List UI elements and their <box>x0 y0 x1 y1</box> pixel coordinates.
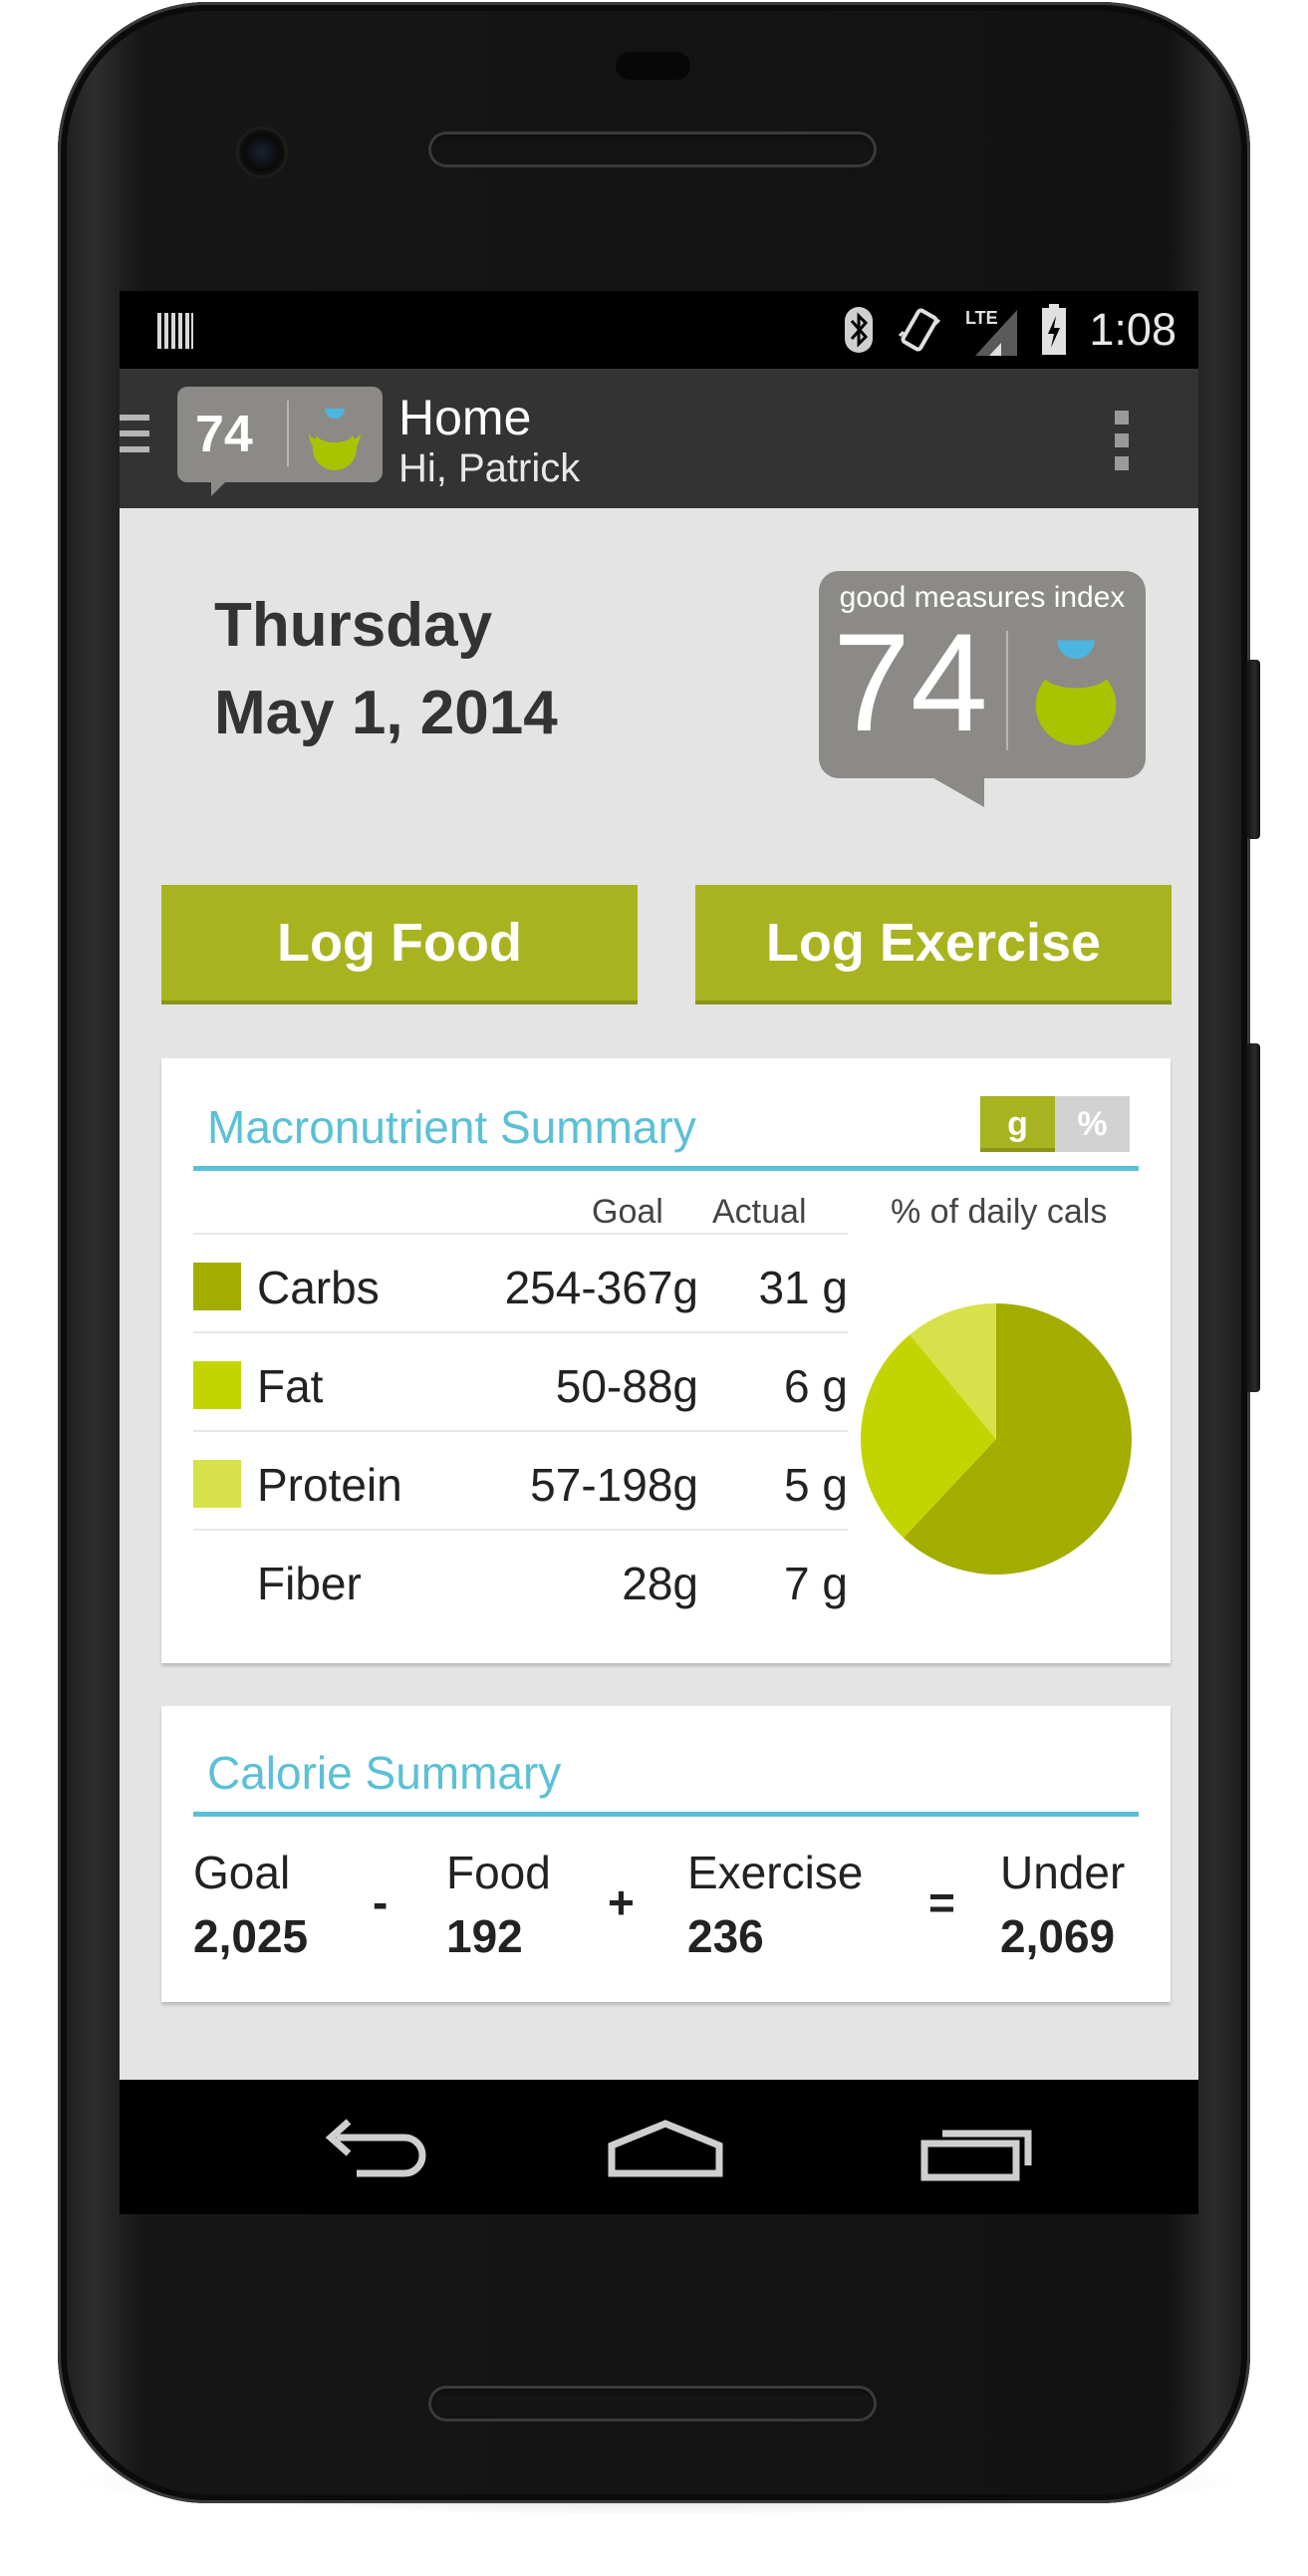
navigation-drawer-icon[interactable] <box>120 415 149 460</box>
date-weekday: Thursday <box>214 591 493 660</box>
macro-card-title: Macronutrient Summary <box>207 1101 696 1153</box>
macro-row-protein: Protein 57-198g 5 g <box>193 1430 848 1529</box>
grams-toggle-button[interactable]: g <box>980 1096 1055 1152</box>
calorie-goal: Goal 2,025 <box>193 1846 308 1963</box>
bluetooth-icon <box>845 307 874 353</box>
index-card-divider <box>1006 631 1008 750</box>
macro-actual: 31 g <box>758 1262 848 1313</box>
actual-column-header: Actual <box>712 1193 807 1231</box>
macro-goal: 57-198g <box>530 1459 698 1511</box>
unit-toggle: g % <box>980 1096 1130 1152</box>
status-time: 1:08 <box>1089 304 1177 355</box>
lte-signal-icon: LTE <box>965 308 1018 356</box>
index-card-value: 74 <box>833 604 988 760</box>
screenshot-stage: LTE 1:08 74 Home Hi, Patrick Thursday Ma… <box>0 0 1308 2576</box>
plus-operator: + <box>608 1876 635 1928</box>
action-bar: 74 Home Hi, Patrick <box>120 369 1198 508</box>
barcode-icon <box>157 313 193 349</box>
macro-name: Protein <box>257 1459 402 1511</box>
macro-title-rule <box>193 1166 1139 1171</box>
macro-row-fiber: Fiber 28g 7 g <box>193 1529 848 1627</box>
badge-pointer <box>211 478 229 496</box>
calorie-exercise: Exercise 236 <box>687 1846 863 1963</box>
front-camera <box>239 130 285 175</box>
calorie-exercise-label: Exercise <box>687 1847 864 1898</box>
calorie-card-title: Calorie Summary <box>207 1747 562 1799</box>
macro-row-fat: Fat 50-88g 6 g <box>193 1331 848 1430</box>
equals-operator: = <box>928 1876 955 1928</box>
status-bar: LTE 1:08 <box>120 291 1198 369</box>
index-badge-value: 74 <box>195 406 253 463</box>
calorie-food-label: Food <box>446 1847 551 1898</box>
power-button <box>1246 660 1260 839</box>
percent-toggle-button[interactable]: % <box>1055 1096 1130 1152</box>
macro-actual: 5 g <box>784 1459 848 1511</box>
log-exercise-button[interactable]: Log Exercise <box>695 885 1172 1004</box>
calorie-result-label: Under <box>1000 1847 1126 1898</box>
status-icons: LTE 1:08 <box>844 297 1177 363</box>
badge-divider <box>287 401 289 466</box>
recent-apps-icon[interactable] <box>916 2110 1036 2189</box>
screen-title: Home <box>398 390 532 445</box>
pct-column-header: % of daily cals <box>891 1193 1108 1231</box>
macro-name: Carbs <box>257 1262 380 1313</box>
calorie-title-rule <box>193 1812 1139 1817</box>
calorie-exercise-value: 236 <box>687 1910 764 1962</box>
calorie-result-value: 2,069 <box>1000 1910 1116 1962</box>
calorie-food-value: 192 <box>446 1910 523 1962</box>
good-measures-logo-icon <box>1035 640 1117 745</box>
macronutrient-summary-card: Macronutrient Summary g % Goal Actual % … <box>161 1058 1171 1663</box>
back-icon[interactable] <box>309 2110 428 2189</box>
screen-subtitle: Hi, Patrick <box>398 446 581 490</box>
home-icon[interactable] <box>606 2110 725 2189</box>
calorie-goal-value: 2,025 <box>193 1910 309 1962</box>
log-food-button[interactable]: Log Food <box>161 885 638 1004</box>
top-speaker-grille <box>428 132 877 167</box>
macro-row-carbs: Carbs 254-367g 31 g <box>193 1233 848 1331</box>
macro-actual: 7 g <box>784 1558 848 1609</box>
protein-swatch <box>193 1460 241 1508</box>
macro-goal: 28g <box>622 1558 698 1609</box>
vibrate-icon <box>899 308 941 352</box>
volume-button <box>1246 1043 1260 1392</box>
earpiece <box>616 52 690 80</box>
network-type-label: LTE <box>965 308 998 328</box>
macro-goal: 254-367g <box>504 1262 698 1313</box>
macro-actual: 6 g <box>784 1360 848 1412</box>
macro-name: Fat <box>257 1360 324 1412</box>
bottom-speaker-grille <box>428 2386 877 2422</box>
overflow-menu-icon[interactable] <box>1115 411 1129 470</box>
system-navigation-bar <box>120 2080 1198 2214</box>
date-full: May 1, 2014 <box>214 679 558 747</box>
minus-operator: - <box>373 1876 389 1928</box>
calorie-result: Under 2,069 <box>1000 1846 1125 1963</box>
index-card-pointer <box>928 775 984 807</box>
good-measures-index-card[interactable]: good measures index 74 <box>819 571 1146 778</box>
macro-goal: 50-88g <box>555 1360 698 1412</box>
phone-screen: LTE 1:08 74 Home Hi, Patrick Thursday Ma… <box>120 291 1198 2214</box>
app-home-badge[interactable]: 74 <box>177 387 383 482</box>
good-measures-logo-icon <box>309 409 361 470</box>
battery-charging-icon <box>1042 304 1067 355</box>
fat-swatch <box>193 1361 241 1409</box>
calorie-goal-label: Goal <box>193 1847 291 1898</box>
carbs-swatch <box>193 1263 241 1310</box>
calorie-food: Food 192 <box>446 1846 551 1963</box>
home-content: Thursday May 1, 2014 good measures index… <box>120 508 1198 2080</box>
calorie-summary-card: Calorie Summary Goal 2,025 - Food 192 + … <box>161 1706 1171 2002</box>
macro-name: Fiber <box>257 1558 362 1609</box>
goal-column-header: Goal <box>592 1193 663 1231</box>
daily-cals-pie-chart <box>861 1303 1132 1574</box>
